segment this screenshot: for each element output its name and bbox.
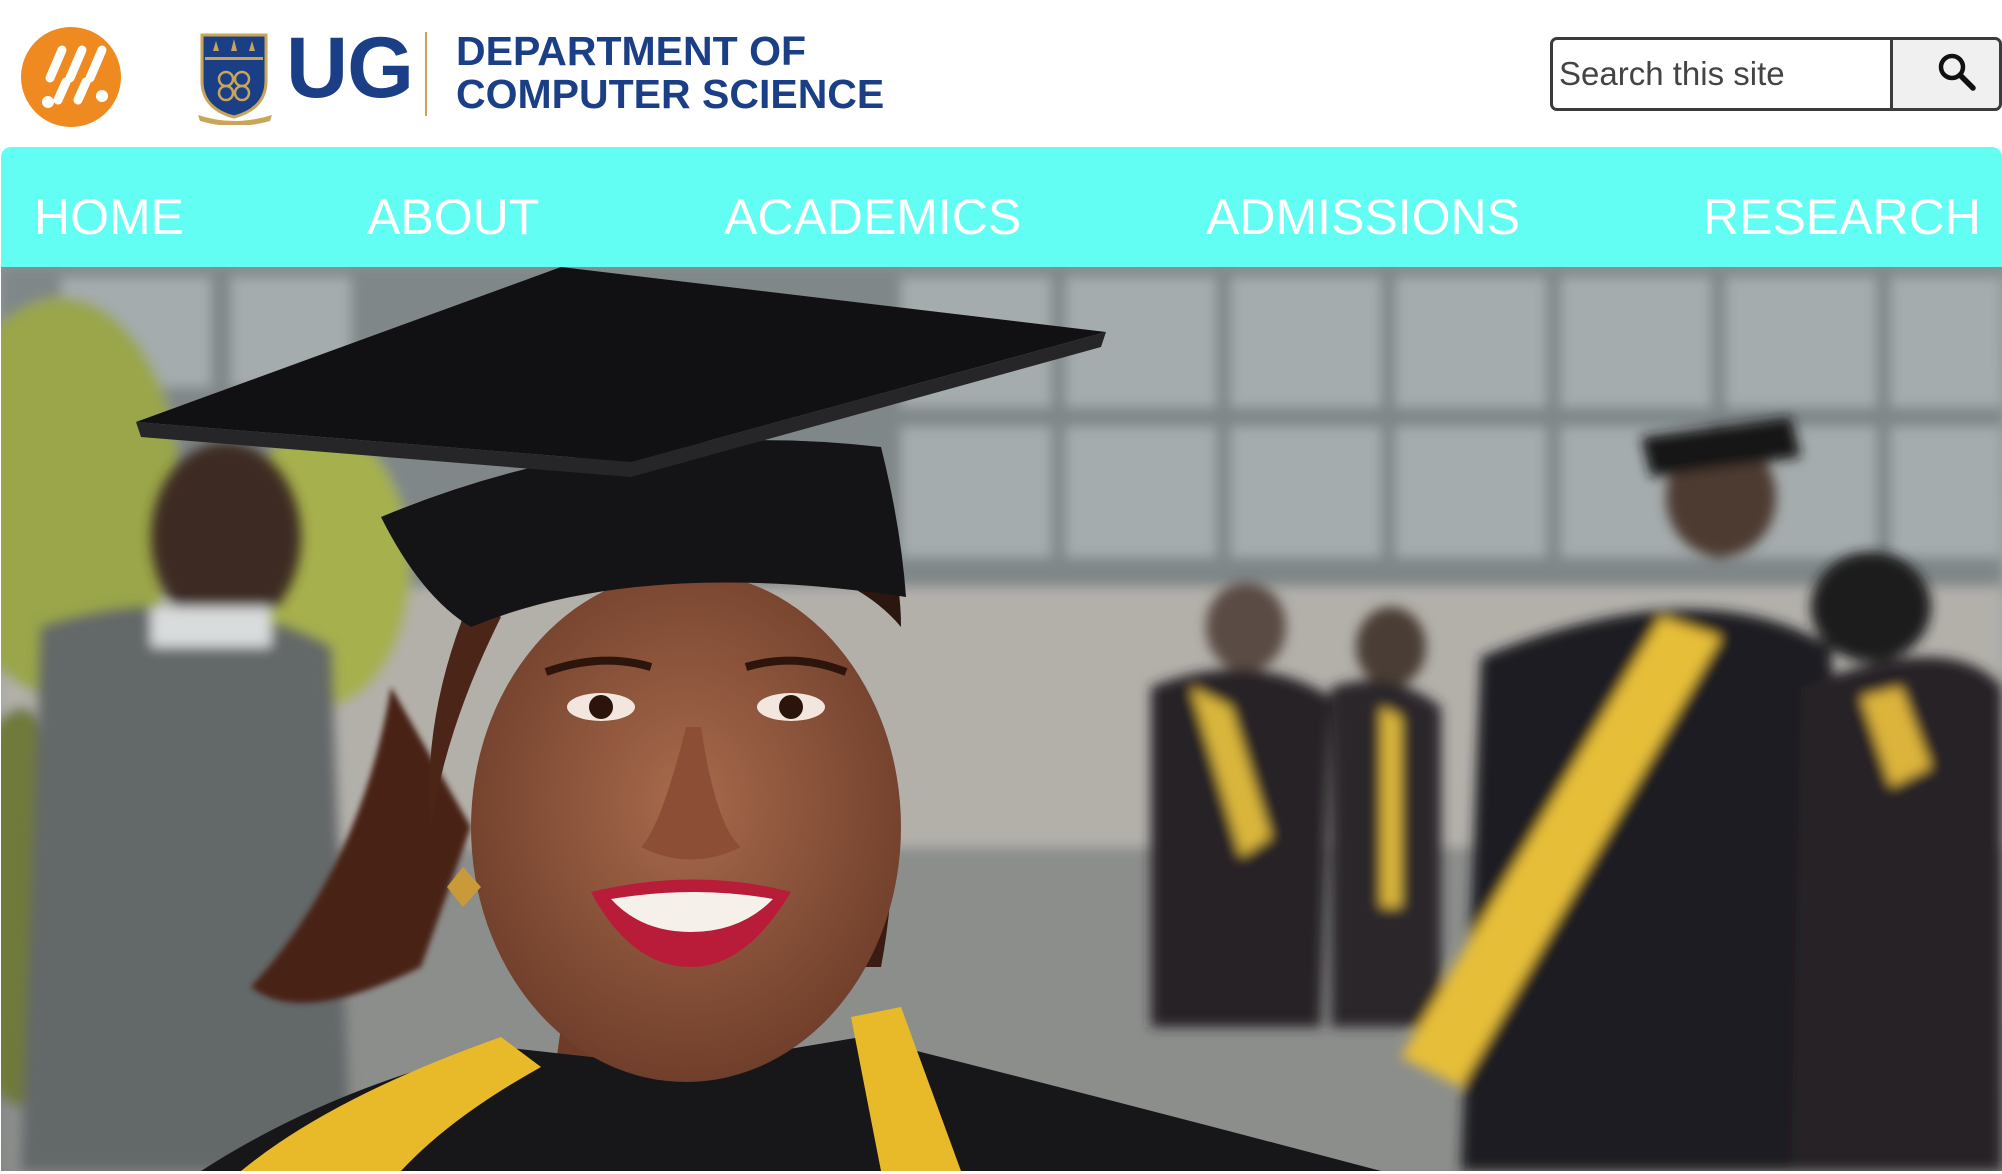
- nav-item-academics[interactable]: ACADEMICS: [724, 187, 1021, 247]
- department-title-line2[interactable]: COMPUTER SCIENCE: [456, 71, 884, 117]
- nav-item-about[interactable]: ABOUT: [367, 187, 539, 247]
- app-logo-icon[interactable]: [20, 26, 122, 128]
- search-icon: [1937, 52, 1977, 97]
- main-nav: HOME ABOUT ACADEMICS ADMISSIONS RESEARCH: [1, 147, 2002, 267]
- hero-image: [1, 267, 2002, 1171]
- brand-divider: [425, 32, 427, 116]
- search-form: [1550, 37, 2002, 115]
- brand-ug[interactable]: UG: [286, 18, 414, 118]
- search-input[interactable]: [1550, 37, 1892, 111]
- search-button[interactable]: [1890, 37, 2002, 111]
- nav-item-home[interactable]: HOME: [34, 187, 184, 247]
- site-header: UG DEPARTMENT OF COMPUTER SCIENCE: [0, 0, 2002, 146]
- university-crest-icon: [196, 31, 276, 126]
- nav-item-admissions[interactable]: ADMISSIONS: [1206, 187, 1520, 247]
- nav-item-research[interactable]: RESEARCH: [1703, 187, 1981, 247]
- department-title-line1[interactable]: DEPARTMENT OF: [456, 28, 806, 74]
